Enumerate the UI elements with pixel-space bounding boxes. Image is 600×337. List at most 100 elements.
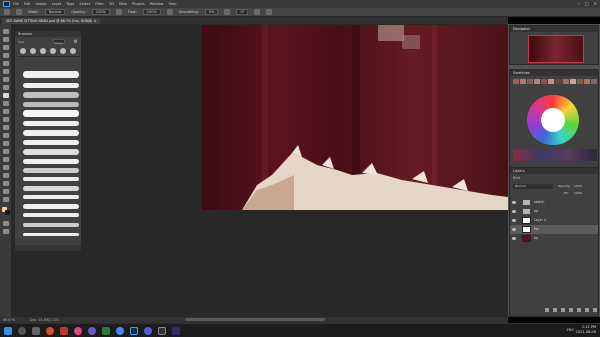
menu-help[interactable]: Help	[169, 2, 177, 6]
type-tool-icon[interactable]	[3, 157, 9, 162]
brush-settings-gear-icon[interactable]: ⚙	[74, 39, 78, 45]
visibility-eye-icon[interactable]	[512, 210, 516, 213]
move-tool-icon[interactable]	[3, 29, 9, 34]
photoshop-taskbar-icon[interactable]	[130, 327, 138, 335]
clock[interactable]: 2:11 PM 2021-08-09	[576, 325, 596, 335]
chrome-icon[interactable]	[116, 327, 124, 335]
layer-opacity-value[interactable]: 100%	[574, 184, 583, 188]
dodge-tool-icon[interactable]	[3, 141, 9, 146]
frame-tool-icon[interactable]	[3, 69, 9, 74]
navigator-thumbnail[interactable]	[528, 35, 584, 63]
discord-icon[interactable]	[88, 327, 96, 335]
angle-field[interactable]: 0°	[236, 9, 249, 15]
eraser-tool-icon[interactable]	[3, 117, 9, 122]
quick-mask-icon[interactable]	[3, 221, 9, 226]
layer-row[interactable]: sketch	[510, 198, 598, 207]
layer-row-selected[interactable]: fun	[510, 225, 598, 234]
recent-brush-6[interactable]	[70, 48, 76, 54]
horizontal-scrollbar[interactable]	[185, 318, 325, 321]
menu-edit[interactable]: Edit	[24, 2, 31, 6]
menu-select[interactable]: Select	[79, 2, 90, 6]
recent-brush-3[interactable]	[40, 48, 46, 54]
path-select-tool-icon[interactable]	[3, 165, 9, 170]
app-icon[interactable]	[158, 327, 166, 335]
add-mask-icon[interactable]	[561, 308, 565, 312]
recent-brush-1[interactable]	[20, 48, 26, 54]
artwork-canvas[interactable]	[202, 25, 508, 210]
menu-plugins[interactable]: Plugins	[132, 2, 145, 6]
eyedropper-tool-icon[interactable]	[3, 77, 9, 82]
layer-fill-value[interactable]: 100%	[574, 191, 583, 195]
pressure-size-icon[interactable]	[254, 9, 261, 15]
brush-stroke-preview[interactable]	[23, 177, 79, 181]
brush-stroke-preview[interactable]	[23, 159, 79, 164]
recent-brush-5[interactable]	[60, 48, 66, 54]
app-icon[interactable]	[144, 327, 152, 335]
menu-view[interactable]: View	[119, 2, 127, 6]
gradient-tool-icon[interactable]	[3, 125, 9, 130]
task-view-icon[interactable]	[32, 327, 40, 335]
tray-language[interactable]: ENG	[566, 328, 574, 332]
color-wheel-swatches[interactable]	[527, 95, 579, 145]
layers-panel-title[interactable]: Layers	[510, 168, 598, 174]
new-group-icon[interactable]	[577, 308, 581, 312]
layer-row[interactable]: Layer 4	[510, 216, 598, 225]
zoom-tool-icon[interactable]	[3, 189, 9, 194]
layer-row[interactable]: bg	[510, 234, 598, 243]
brush-stroke-preview[interactable]	[23, 110, 79, 117]
brush-stroke-preview[interactable]	[23, 186, 79, 191]
close-button[interactable]: ✕	[594, 1, 597, 6]
smoothing-field[interactable]: 0%	[204, 9, 219, 15]
recent-brush-2[interactable]	[30, 48, 36, 54]
windows-start-icon[interactable]	[4, 327, 12, 335]
brush-stroke-preview[interactable]	[23, 195, 79, 199]
shape-tool-icon[interactable]	[3, 173, 9, 178]
color-swatch-grid[interactable]	[513, 87, 597, 161]
menu-type[interactable]: Type	[66, 2, 74, 6]
background-color-swatch[interactable]	[5, 210, 10, 215]
brush-stroke-preview[interactable]	[23, 140, 79, 145]
brush-tool-preset-icon[interactable]	[4, 9, 10, 15]
swatch-row-bottom[interactable]	[513, 149, 597, 161]
navigator-panel-title[interactable]: Navigator	[510, 26, 598, 32]
brush-stroke-preview[interactable]	[23, 204, 79, 209]
brush-stroke-preview[interactable]	[23, 168, 79, 173]
recent-brush-4[interactable]	[50, 48, 56, 54]
minimize-button[interactable]: –	[578, 1, 580, 6]
menu-filter[interactable]: Filter	[95, 2, 104, 6]
opacity-field[interactable]: 100%	[91, 9, 110, 15]
history-brush-tool-icon[interactable]	[3, 109, 9, 114]
brush-stroke-preview[interactable]	[23, 130, 79, 136]
visibility-eye-icon[interactable]	[512, 237, 516, 240]
link-layers-icon[interactable]	[545, 308, 549, 312]
brush-tool-icon[interactable]	[3, 93, 9, 98]
brush-stroke-preview[interactable]	[23, 149, 79, 155]
symmetry-icon[interactable]	[266, 9, 273, 15]
app-icon[interactable]	[46, 327, 54, 335]
brush-stroke-preview[interactable]	[23, 233, 79, 236]
app-icon[interactable]	[74, 327, 82, 335]
app-icon[interactable]	[172, 327, 180, 335]
pen-tool-icon[interactable]	[3, 149, 9, 154]
layer-blend-mode-select[interactable]: Normal	[513, 184, 553, 189]
brush-size-field[interactable]: 12 px	[53, 39, 65, 45]
brush-stroke-preview[interactable]	[23, 92, 79, 98]
app-icon[interactable]	[102, 327, 110, 335]
brush-stroke-preview[interactable]	[23, 83, 79, 88]
brush-stroke-preview[interactable]	[23, 102, 79, 107]
search-icon[interactable]	[18, 327, 26, 335]
hand-tool-icon[interactable]	[3, 181, 9, 186]
menu-3d[interactable]: 3D	[109, 2, 114, 6]
brush-settings-icon[interactable]	[16, 9, 22, 15]
marquee-tool-icon[interactable]	[3, 37, 9, 42]
menu-window[interactable]: Window	[150, 2, 164, 6]
brush-stroke-preview[interactable]	[23, 71, 79, 78]
visibility-eye-icon[interactable]	[512, 219, 516, 222]
layer-row[interactable]: bg	[510, 207, 598, 216]
menu-file[interactable]: File	[13, 2, 19, 6]
brush-stroke-preview[interactable]	[23, 121, 79, 126]
blur-tool-icon[interactable]	[3, 133, 9, 138]
mode-select[interactable]: Normal	[44, 9, 66, 15]
stamp-tool-icon[interactable]	[3, 101, 9, 106]
quick-select-tool-icon[interactable]	[3, 53, 9, 58]
